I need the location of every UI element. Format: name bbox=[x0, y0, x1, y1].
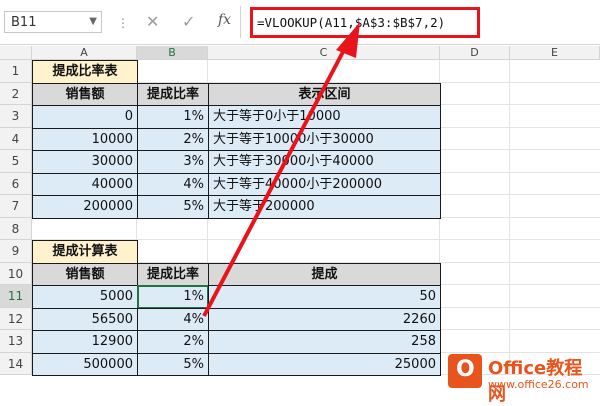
office-logo-icon: O bbox=[448, 354, 482, 388]
watermark-logo: O Office教程网 www.office26.com bbox=[448, 350, 600, 405]
watermark-url: www.office26.com bbox=[488, 378, 589, 391]
annotation-arrow bbox=[202, 22, 360, 317]
